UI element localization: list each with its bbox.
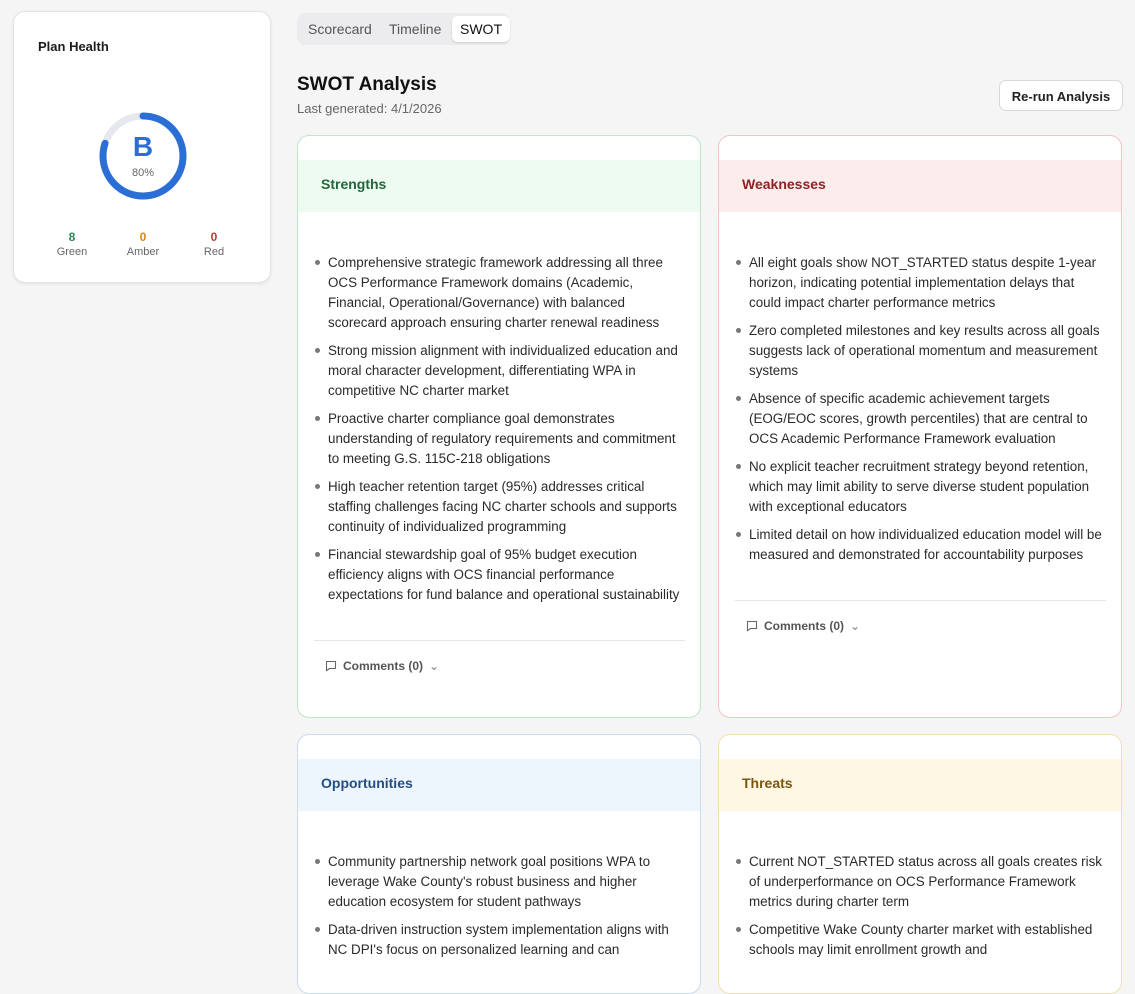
list-item: Community partnership network goal posit… [314,852,686,912]
page-title: SWOT Analysis [297,74,437,95]
threats-title: Threats [742,775,793,791]
green-stat: 8 Green [42,230,102,258]
strengths-comments-toggle[interactable]: Comments (0) ⌄ [325,659,439,673]
strengths-list: Comprehensive strategic framework addres… [314,253,686,613]
amber-label: Amber [126,246,160,258]
weaknesses-list: All eight goals show NOT_STARTED status … [735,253,1107,573]
red-count: 0 [210,230,218,244]
strengths-title: Strengths [321,176,387,192]
chevron-down-icon: ⌄ [850,619,861,633]
comment-icon [325,660,337,672]
threats-list: Current NOT_STARTED status across all go… [735,852,1107,968]
green-count: 8 [68,230,76,244]
strengths-header: Strengths [298,160,700,212]
opportunities-card: Opportunities Community partnership netw… [297,734,701,994]
divider [314,640,685,641]
tab-swot[interactable]: SWOT [452,16,510,42]
strengths-card: Strengths Comprehensive strategic framew… [297,135,701,718]
last-generated: Last generated: 4/1/2026 [297,101,442,116]
health-percent: 80% [131,167,155,179]
list-item: High teacher retention target (95%) addr… [314,477,686,537]
amber-stat: 0 Amber [113,230,173,258]
list-item: Strong mission alignment with individual… [314,341,686,401]
view-tabs: Scorecard Timeline SWOT [297,13,510,45]
comments-label: Comments (0) [764,619,845,633]
tab-scorecard[interactable]: Scorecard [300,16,380,42]
threats-header: Threats [719,759,1121,811]
list-item: Comprehensive strategic framework addres… [314,253,686,333]
list-item: Competitive Wake County charter market w… [735,920,1107,960]
list-item: All eight goals show NOT_STARTED status … [735,253,1107,313]
red-label: Red [203,246,225,258]
divider [735,600,1106,601]
weaknesses-comments-toggle[interactable]: Comments (0) ⌄ [746,619,860,633]
plan-health-title: Plan Health [38,39,109,54]
comments-label: Comments (0) [343,659,424,673]
comment-icon [746,620,758,632]
list-item: Limited detail on how individualized edu… [735,525,1107,565]
plan-health-card: Plan Health B 80% 8 Green 0 Amber 0 Red [13,11,271,283]
list-item: Data-driven instruction system implement… [314,920,686,960]
list-item: Zero completed milestones and key result… [735,321,1107,381]
health-grade: B [132,131,154,162]
opportunities-header: Opportunities [298,759,700,811]
red-stat: 0 Red [184,230,244,258]
weaknesses-header: Weaknesses [719,160,1121,212]
list-item: Financial stewardship goal of 95% budget… [314,545,686,605]
amber-count: 0 [139,230,147,244]
tab-timeline[interactable]: Timeline [381,16,449,42]
list-item: No explicit teacher recruitment strategy… [735,457,1107,517]
list-item: Current NOT_STARTED status across all go… [735,852,1107,912]
opportunities-title: Opportunities [321,775,413,791]
weaknesses-card: Weaknesses All eight goals show NOT_STAR… [718,135,1122,718]
list-item: Absence of specific academic achievement… [735,389,1107,449]
opportunities-list: Community partnership network goal posit… [314,852,686,968]
rerun-analysis-button[interactable]: Re-run Analysis [999,80,1123,111]
list-item: Proactive charter compliance goal demons… [314,409,686,469]
chevron-down-icon: ⌄ [429,659,440,673]
green-label: Green [56,246,88,258]
weaknesses-title: Weaknesses [742,176,826,192]
threats-card: Threats Current NOT_STARTED status acros… [718,734,1122,994]
